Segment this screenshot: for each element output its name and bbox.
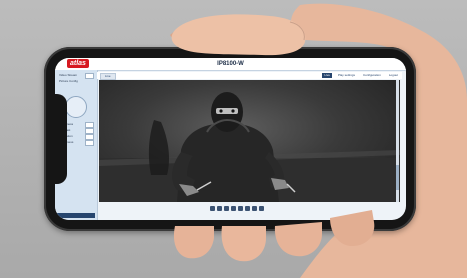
sidebar-footer-bar xyxy=(57,213,95,218)
stream-select[interactable] xyxy=(85,73,94,79)
right-eye xyxy=(231,109,235,113)
record-icon[interactable] xyxy=(217,205,222,211)
nav-links: Live Play settings Configuration Logout xyxy=(322,73,400,78)
phone-screen: atlas IP8100-W Video Stream Picture Conf… xyxy=(55,58,406,220)
live-video-feed[interactable] xyxy=(99,80,400,202)
top-nav: Live Live Play settings Configuration Lo… xyxy=(97,72,402,80)
video-scrollbar[interactable] xyxy=(396,80,399,202)
photo-scene: atlas IP8100-W Video Stream Picture Conf… xyxy=(0,0,467,278)
talk-icon[interactable] xyxy=(252,205,257,211)
scrollbar-thumb[interactable] xyxy=(396,165,399,190)
player-toolbar xyxy=(210,205,270,211)
left-eye xyxy=(219,109,223,113)
web-header: atlas IP8100-W xyxy=(55,58,406,71)
zoom-out-icon[interactable] xyxy=(231,205,236,211)
sharpness-field[interactable] xyxy=(85,140,94,146)
intruder-shadow xyxy=(148,120,169,175)
night-vision-frame xyxy=(99,92,400,202)
zoom-in-icon[interactable] xyxy=(224,205,229,211)
tab-live[interactable]: Live xyxy=(100,73,116,80)
nav-link-play-settings[interactable]: Play settings xyxy=(336,73,357,78)
settings-icon[interactable] xyxy=(259,205,264,211)
snapshot-icon[interactable] xyxy=(210,205,215,211)
eye-slit xyxy=(216,108,238,114)
nav-link-live[interactable]: Live xyxy=(322,73,332,78)
fullscreen-icon[interactable] xyxy=(238,205,243,211)
sidebar-item-video-stream[interactable]: Video Stream xyxy=(59,73,77,77)
audio-icon[interactable] xyxy=(245,205,250,211)
nav-link-logout[interactable]: Logout xyxy=(387,73,400,78)
nav-link-configuration[interactable]: Configuration xyxy=(361,73,383,78)
ptz-control-pad[interactable] xyxy=(65,96,87,118)
sidebar-item-picture-config[interactable]: Picture Config xyxy=(59,79,78,83)
phone-notch xyxy=(47,94,67,184)
device-title: IP8100-W xyxy=(217,61,244,67)
